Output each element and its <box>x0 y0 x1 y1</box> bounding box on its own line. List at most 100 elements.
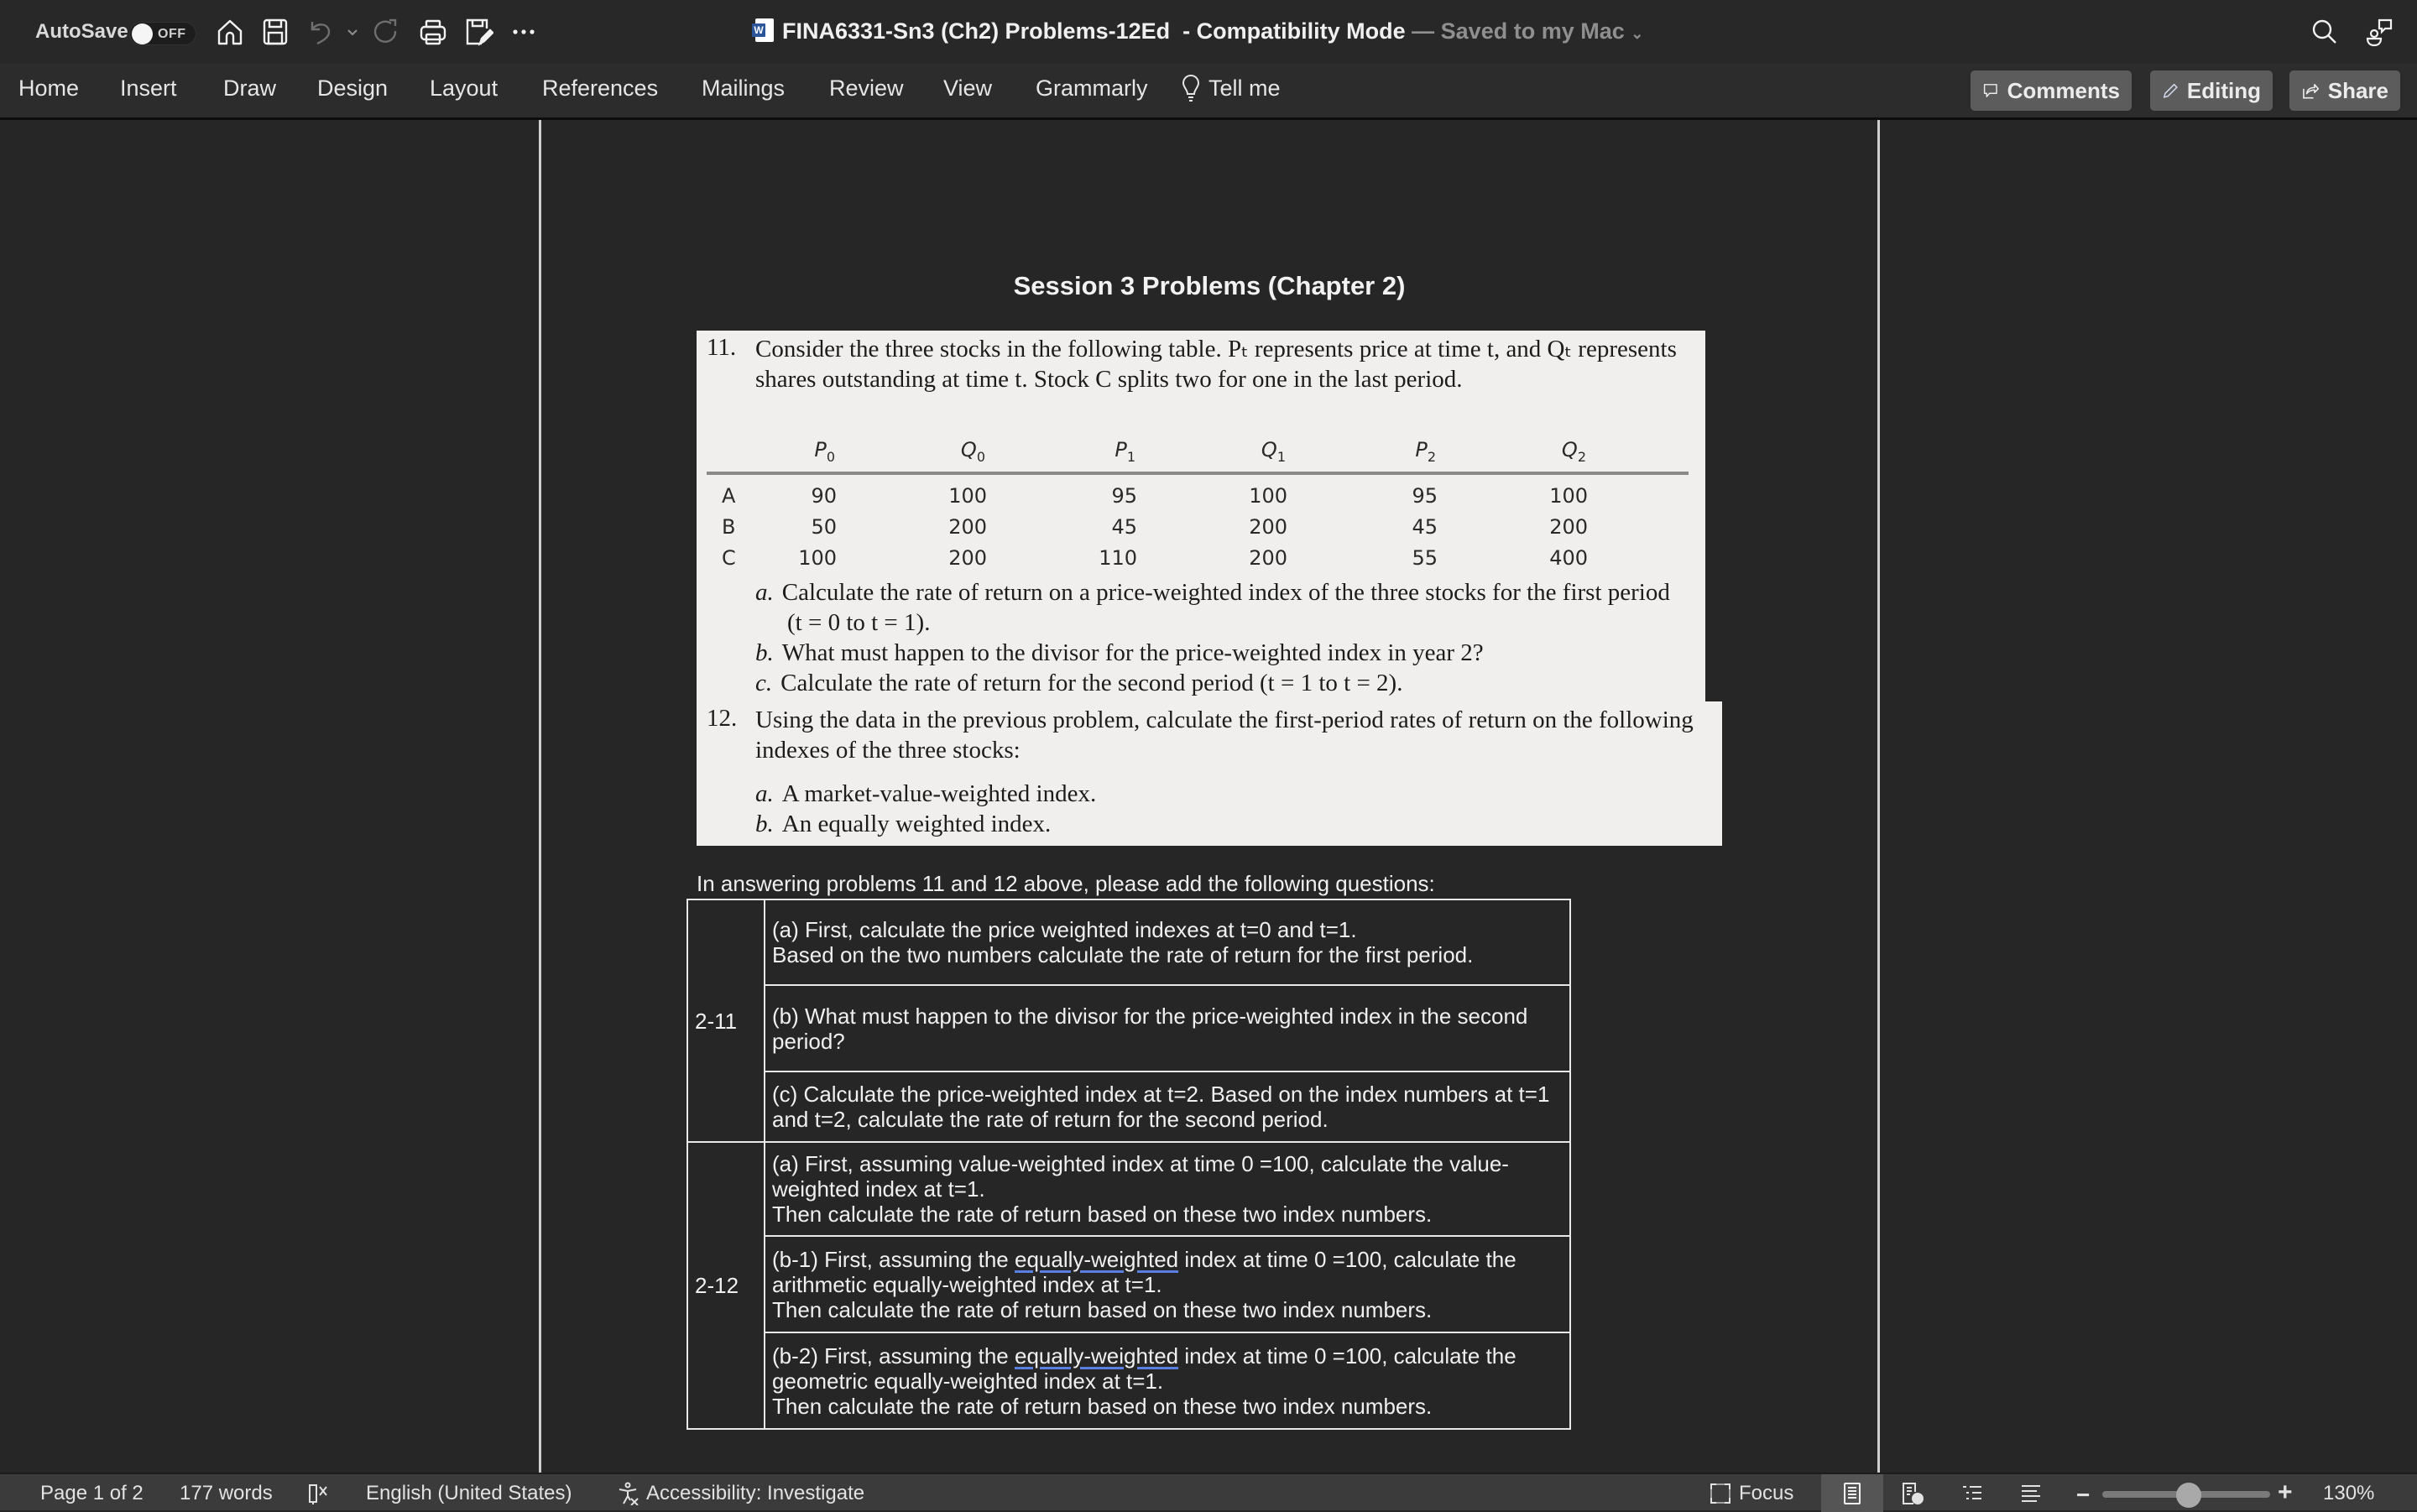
table-row: C 100 200 110 200 55 400 <box>722 545 1588 570</box>
document-heading: Session 3 Problems (Chapter 2) <box>1013 271 1406 300</box>
focus-button[interactable]: Focus <box>1709 1482 1793 1505</box>
saved-status: — Saved to my Mac <box>1412 18 1625 44</box>
question-cell[interactable]: (c) Calculate the price-weighted index a… <box>764 1071 1571 1143</box>
document-title[interactable]: FINA6331-Sn3 (Ch2) Problems-12Ed - Compa… <box>752 18 1643 44</box>
tell-me-search[interactable]: Tell me <box>1182 74 1281 102</box>
accessibility-icon <box>619 1482 639 1505</box>
share-label: Share <box>2327 77 2388 103</box>
editing-button[interactable]: Editing <box>2150 70 2273 111</box>
question-cell[interactable]: (b-1) First, assuming the equally-weight… <box>764 1235 1571 1333</box>
undo-dropdown-icon[interactable] <box>344 17 361 47</box>
word-count[interactable]: 177 words <box>180 1482 273 1505</box>
accessibility-checker[interactable]: Accessibility: Investigate <box>616 1482 864 1505</box>
col-header: P2 <box>1415 438 1436 465</box>
redo-icon[interactable] <box>371 17 401 47</box>
save-icon[interactable] <box>260 17 290 47</box>
tab-mailings[interactable]: Mailings <box>702 76 785 102</box>
stock-table-header: P0 Q0 P1 Q1 P2 Q2 <box>707 431 1689 472</box>
language[interactable]: English (United States) <box>366 1482 572 1505</box>
table-row: 2-11 (a) First, calculate the price weig… <box>686 899 1571 1143</box>
problem-12-image[interactable]: 12. Using the data in the previous probl… <box>697 701 1722 846</box>
problem-11-part-c: c. Calculate the rate of return for the s… <box>755 670 1403 696</box>
question-cell[interactable]: (a) First, calculate the price weighted … <box>764 899 1571 986</box>
question-cell[interactable]: (a) First, assuming value-weighted index… <box>764 1141 1571 1237</box>
tab-review[interactable]: Review <box>829 76 904 102</box>
problem-12-line-2: indexes of the three stocks: <box>755 737 1021 764</box>
problem-11-number: 11. <box>707 334 737 361</box>
intro-text: In answering problems 11 and 12 above, p… <box>697 871 1435 896</box>
problem-11-line-1: Consider the three stocks in the followi… <box>755 336 1677 362</box>
problem-11-part-a-cont: (t = 0 to t = 1). <box>787 609 931 636</box>
problem-11-part-a: a. Calculate the rate of return on a pric… <box>755 579 1670 606</box>
page-count[interactable]: Page 1 of 2 <box>40 1482 144 1505</box>
search-icon[interactable] <box>2310 17 2340 47</box>
coauthor-icon[interactable] <box>2365 17 2395 47</box>
col-header: Q1 <box>1261 438 1286 465</box>
tab-insert[interactable]: Insert <box>120 76 177 102</box>
table-row: B 50 200 45 200 45 200 <box>722 514 1588 539</box>
print-layout-icon <box>1844 1482 1861 1504</box>
table-row: (c) Calculate the price-weighted index a… <box>687 1071 1571 1143</box>
tab-draw[interactable]: Draw <box>223 76 276 102</box>
status-bar: Page 1 of 2 177 words English (United St… <box>0 1473 2417 1512</box>
outline-view[interactable] <box>1954 1474 1991 1512</box>
problem-11-image[interactable]: 11. Consider the three stocks in the fol… <box>697 331 1705 702</box>
stock-table: P0 Q0 P1 Q1 P2 Q2 A 90 100 95 100 95 100… <box>707 431 1689 573</box>
table-row: A 90 100 95 100 95 100 <box>722 483 1588 508</box>
doc-name: FINA6331-Sn3 (Ch2) Problems-12Ed <box>782 18 1171 44</box>
comment-icon <box>1983 84 1997 97</box>
autosave-toggle[interactable]: OFF <box>129 22 196 45</box>
problem-12-part-b: b. An equally weighted index. <box>755 811 1052 837</box>
undo-icon[interactable] <box>305 17 336 47</box>
doc-mode: - Compatibility Mode <box>1182 18 1406 44</box>
print-layout-view[interactable] <box>1821 1474 1883 1512</box>
draft-view[interactable] <box>2012 1474 2049 1512</box>
problem-11-text: Consider the three stocks in the followi… <box>755 334 1695 394</box>
zoom-level[interactable]: 130% <box>2323 1482 2374 1505</box>
more-icon[interactable] <box>509 17 539 47</box>
save-as-icon[interactable] <box>463 17 494 47</box>
table-row: (b-2) First, assuming the equally-weight… <box>687 1332 1571 1430</box>
spelling-flag[interactable]: equally-weighted <box>1015 1343 1178 1369</box>
questions-table: 2-11 (a) First, calculate the price weig… <box>686 899 1571 1430</box>
tab-home[interactable]: Home <box>18 76 79 102</box>
comments-label: Comments <box>2007 77 2120 103</box>
outline-icon <box>1963 1485 1981 1499</box>
proofing-icon[interactable] <box>307 1482 331 1505</box>
col-header: Q2 <box>1561 438 1586 465</box>
document-canvas[interactable]: Session 3 Problems (Chapter 2) 11. Consi… <box>0 120 2417 1473</box>
tell-me-label: Tell me <box>1208 75 1281 101</box>
tab-layout[interactable]: Layout <box>430 76 498 102</box>
tab-grammarly[interactable]: Grammarly <box>1036 76 1148 102</box>
zoom-in-button[interactable]: + <box>2278 1478 2293 1507</box>
tab-view[interactable]: View <box>943 76 992 102</box>
zoom-slider-thumb[interactable] <box>2176 1483 2201 1508</box>
tab-references[interactable]: References <box>542 76 658 102</box>
ribbon: Home Insert Draw Design Layout Reference… <box>0 64 2417 117</box>
table-row: (b-1) First, assuming the equally-weight… <box>687 1235 1571 1333</box>
header-rule <box>707 472 1689 475</box>
toggle-knob <box>132 23 153 44</box>
web-layout-icon <box>1903 1482 1924 1504</box>
share-icon <box>2303 83 2320 99</box>
question-cell[interactable]: (b-2) First, assuming the equally-weight… <box>764 1332 1571 1430</box>
pencil-icon <box>2163 83 2178 98</box>
tab-design[interactable]: Design <box>317 76 388 102</box>
spelling-flag[interactable]: equally-weighted <box>1015 1247 1178 1272</box>
share-button[interactable]: Share <box>2289 70 2400 111</box>
web-layout-view[interactable] <box>1893 1474 1930 1512</box>
table-row: 2-12 (a) First, assuming value-weighted … <box>686 1141 1571 1430</box>
page-left-edge <box>539 120 541 1473</box>
focus-icon <box>1710 1483 1731 1504</box>
col-header: P0 <box>814 438 835 465</box>
comments-button[interactable]: Comments <box>1971 70 2132 111</box>
autosave-state: OFF <box>158 27 186 41</box>
home-icon[interactable] <box>215 17 245 47</box>
problem-12-line-1: Using the data in the previous problem, … <box>755 706 1694 733</box>
chevron-down-icon[interactable]: ⌄ <box>1631 25 1643 42</box>
question-cell[interactable]: (b) What must happen to the divisor for … <box>764 984 1571 1072</box>
print-icon[interactable] <box>418 17 448 47</box>
problem-12-part-a: a. A market-value-weighted index. <box>755 780 1097 807</box>
col-header: P1 <box>1115 438 1135 465</box>
zoom-out-button[interactable]: − <box>2076 1482 2090 1509</box>
